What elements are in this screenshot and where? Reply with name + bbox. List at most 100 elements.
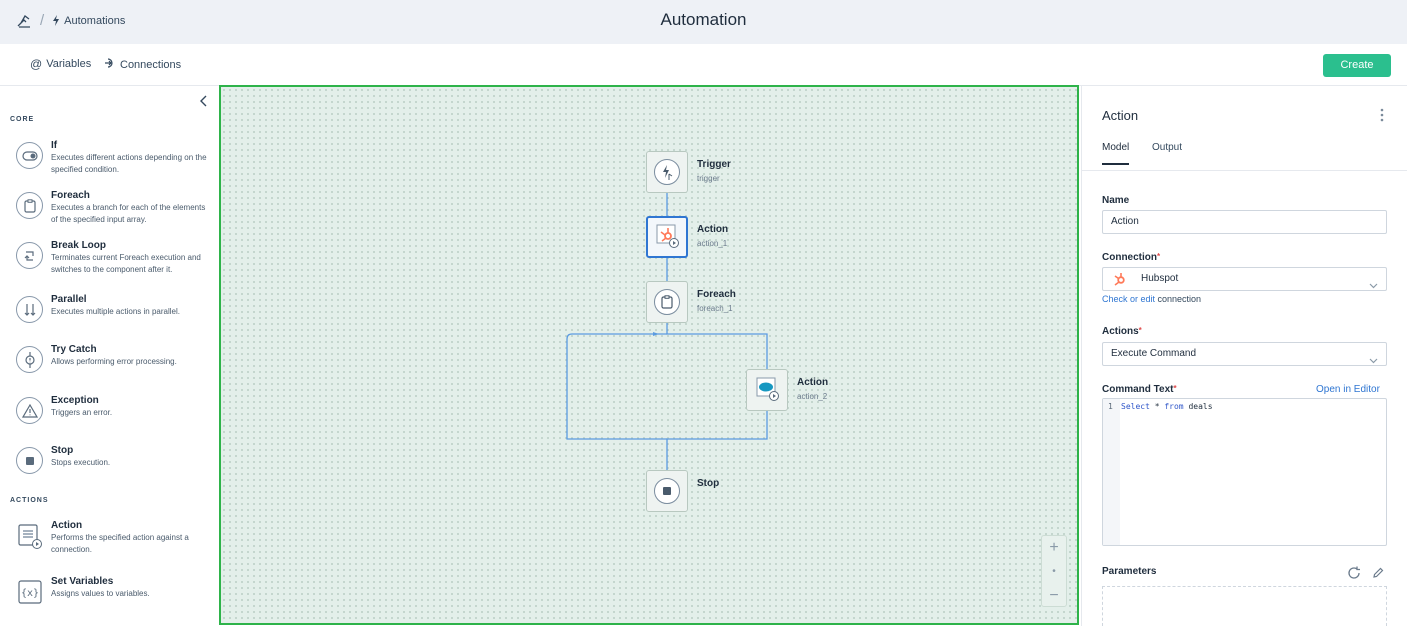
parallel-icon — [16, 296, 43, 323]
palette-item-desc: Executes a branch for each of the elemen… — [51, 203, 206, 224]
actions-select[interactable]: Execute Command — [1102, 342, 1387, 366]
tab-output[interactable]: Output — [1152, 142, 1182, 163]
zoom-out-button[interactable]: − — [1042, 584, 1066, 608]
palette-item-name: Set Variables — [51, 576, 114, 587]
palette-item-desc: Executes multiple actions in parallel. — [51, 307, 180, 316]
palette-item-if[interactable]: If Executes different actions depending … — [16, 140, 212, 180]
flow-node-action-2[interactable] — [746, 369, 788, 411]
lightning-click-icon — [654, 159, 680, 185]
check-edit-connection-link[interactable]: Check or edit — [1102, 294, 1155, 304]
collapse-panel-icon[interactable] — [199, 94, 209, 112]
flow-node-label: Action — [697, 224, 729, 235]
inspector-tabs: Model Output — [1082, 136, 1407, 171]
break-loop-icon — [16, 242, 43, 269]
stop-icon — [654, 478, 680, 504]
variables-icon: {x} — [16, 578, 43, 605]
flow-canvas[interactable]: Trigger trigger Action action_1 Foreach … — [219, 85, 1079, 625]
actions-heading: ACTIONS — [10, 497, 49, 504]
name-label: Name — [1102, 195, 1130, 206]
parameters-area[interactable] — [1102, 586, 1387, 626]
flow-node-id: action_2 — [797, 392, 828, 401]
palette-item-name: Try Catch — [51, 344, 97, 355]
more-options-icon[interactable] — [1380, 108, 1386, 122]
refresh-icon[interactable] — [1347, 566, 1361, 585]
flow-node-label: Stop — [697, 478, 720, 489]
palette-item-desc: Performs the specified action against a … — [51, 533, 189, 554]
variables-label: Variables — [46, 58, 92, 70]
flow-node-foreach[interactable] — [646, 281, 688, 323]
palette-item-stop[interactable]: Stop Stops execution. — [16, 445, 212, 485]
flow-node-stop[interactable] — [646, 470, 688, 512]
connection-hint: Check or edit connection — [1102, 294, 1201, 304]
connections-link[interactable]: Connections — [104, 57, 181, 72]
warning-icon — [16, 397, 43, 424]
zoom-controls: + • − — [1041, 535, 1067, 607]
palette-item-foreach[interactable]: Foreach Executes a branch for each of th… — [16, 190, 212, 230]
palette-item-action[interactable]: Action Performs the specified action aga… — [16, 520, 212, 560]
command-text-label: Command Text* — [1102, 384, 1177, 395]
toolbar: @ Variables Connections Create — [0, 44, 1407, 86]
palette-item-desc: Allows performing error processing. — [51, 357, 177, 366]
open-in-editor-link[interactable]: Open in Editor — [1316, 384, 1380, 395]
actions-value: Execute Command — [1111, 348, 1197, 359]
palette-item-desc: Triggers an error. — [51, 408, 113, 417]
palette-item-exception[interactable]: Exception Triggers an error. — [16, 395, 212, 435]
connection-icon — [104, 57, 116, 72]
salesforce-icon — [754, 375, 780, 406]
stop-icon — [16, 447, 43, 474]
clipboard-icon — [654, 289, 680, 315]
palette-item-try-catch[interactable]: Try Catch Allows performing error proces… — [16, 344, 212, 384]
inspector-panel: Action Model Output Name Action Connecti… — [1081, 86, 1407, 626]
name-field[interactable]: Action — [1102, 210, 1387, 234]
palette-item-name: Stop — [51, 445, 74, 456]
chevron-down-icon — [1369, 276, 1378, 298]
palette-item-desc: Stops execution. — [51, 458, 111, 467]
connection-label: Connection* — [1102, 252, 1161, 263]
flow-node-label: Foreach — [697, 289, 736, 300]
components-palette: CORE If Executes different actions depen… — [0, 86, 218, 626]
palette-item-desc: Terminates current Foreach execution and… — [51, 253, 201, 274]
flow-node-label: Action — [797, 377, 829, 388]
flow-node-id: action_1 — [697, 239, 728, 248]
svg-text:{x}: {x} — [20, 588, 38, 599]
action-icon — [16, 522, 43, 549]
palette-item-parallel[interactable]: Parallel Executes multiple actions in pa… — [16, 294, 212, 334]
connections-label: Connections — [120, 58, 182, 71]
hubspot-icon — [1113, 272, 1127, 295]
parameters-label: Parameters — [1102, 566, 1157, 577]
hubspot-icon — [654, 222, 680, 253]
flow-node-id: foreach_1 — [697, 304, 733, 313]
zoom-reset-button[interactable]: • — [1042, 560, 1066, 584]
palette-item-set-variables[interactable]: {x} Set Variables Assigns values to vari… — [16, 576, 212, 616]
palette-item-break-loop[interactable]: Break Loop Terminates current Foreach ex… — [16, 240, 212, 280]
connection-value: Hubspot — [1141, 273, 1179, 284]
palette-item-name: If — [51, 140, 58, 151]
line-number: 1 — [1108, 402, 1113, 411]
palette-item-name: Exception — [51, 395, 99, 406]
palette-item-desc: Executes different actions depending on … — [51, 153, 207, 174]
edit-pencil-icon[interactable] — [1372, 566, 1384, 584]
variables-link[interactable]: @ Variables — [30, 57, 91, 71]
page-title: Automation — [660, 10, 747, 29]
connection-select[interactable]: Hubspot — [1102, 267, 1387, 291]
try-catch-icon — [16, 346, 43, 373]
actions-label: Actions* — [1102, 326, 1142, 337]
palette-item-name: Action — [51, 520, 83, 531]
inspector-title: Action — [1102, 108, 1139, 123]
flow-node-label: Trigger — [697, 159, 731, 170]
flow-node-action-1[interactable] — [646, 216, 688, 258]
top-bar: / Automations Automation — [0, 0, 1407, 44]
palette-item-name: Break Loop — [51, 240, 107, 251]
core-heading: CORE — [10, 116, 35, 123]
code-line: Select * from deals — [1121, 402, 1213, 411]
create-button[interactable]: Create — [1323, 54, 1391, 77]
line-gutter — [1103, 399, 1120, 545]
palette-item-name: Foreach — [51, 190, 90, 201]
flow-node-trigger[interactable] — [646, 151, 688, 193]
tab-model[interactable]: Model — [1102, 142, 1130, 165]
command-text-editor[interactable]: 1 Select * from deals — [1102, 398, 1387, 546]
clipboard-icon — [16, 192, 43, 219]
toggle-icon — [16, 142, 43, 169]
zoom-in-button[interactable]: + — [1042, 536, 1066, 560]
palette-item-name: Parallel — [51, 294, 87, 305]
